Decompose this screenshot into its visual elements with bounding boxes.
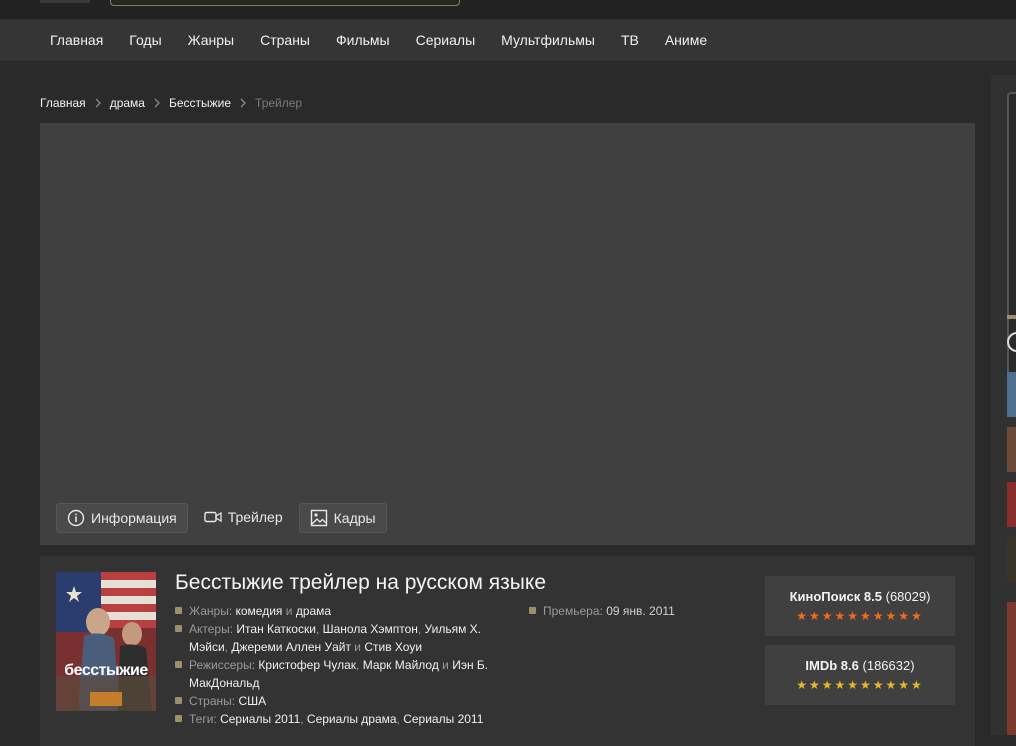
video-player[interactable]: Информация Трейлер Кадры xyxy=(40,123,975,545)
sidebar-divider xyxy=(1007,315,1016,319)
search-input[interactable] xyxy=(110,0,460,6)
movie-details: Жанры: комедия и драма Актеры: Итан Катк… xyxy=(175,602,495,728)
country-link[interactable]: США xyxy=(238,694,266,708)
imdb-rating-label: IMDb 8.6 xyxy=(805,658,859,673)
premiere-date: 09 янв. 2011 xyxy=(606,604,675,618)
nav-item-genres[interactable]: Жанры xyxy=(175,32,247,48)
sidebar-thumb[interactable] xyxy=(1007,372,1016,417)
imdb-rating-title: IMDb 8.6 (186632) xyxy=(765,658,955,673)
movie-poster[interactable]: бесстыжие xyxy=(56,572,156,711)
video-camera-icon xyxy=(204,511,222,523)
image-icon xyxy=(310,509,327,527)
right-sidebar xyxy=(991,75,1016,735)
countries-label: Страны: xyxy=(189,694,236,708)
tag-link[interactable]: Сериалы 2011 xyxy=(220,712,300,726)
tab-info-label: Информация xyxy=(91,510,177,526)
kinopoisk-rating: КиноПоиск 8.5 (68029) ★★★★★★★★★★ xyxy=(765,576,955,636)
tab-trailer-label: Трейлер xyxy=(227,509,283,525)
kinopoisk-rating-title: КиноПоиск 8.5 (68029) xyxy=(765,589,955,604)
premiere-label: Премьера: xyxy=(543,604,603,618)
nav-item-tv[interactable]: ТВ xyxy=(608,32,652,48)
genres-label: Жанры: xyxy=(189,604,233,618)
director-link[interactable]: Кристофер Чулак xyxy=(258,658,356,672)
actors-label: Актеры: xyxy=(189,622,234,636)
page-title: Бесстыжие трейлер на русском языке xyxy=(175,571,547,594)
countries-row: Страны: США xyxy=(175,692,495,710)
tab-frames-label: Кадры xyxy=(333,510,376,526)
nav-item-cartoons[interactable]: Мультфильмы xyxy=(488,32,608,48)
top-header xyxy=(0,0,1016,19)
imdb-rating: IMDb 8.6 (186632) ★★★★★★★★★★ xyxy=(765,645,955,705)
tag-link[interactable]: Сериалы 2011 xyxy=(403,712,483,726)
genre-link[interactable]: комедия xyxy=(236,604,283,618)
chevron-right-icon xyxy=(95,98,101,108)
nav-item-series[interactable]: Сериалы xyxy=(403,32,489,48)
actor-link[interactable]: Шанола Хэмптон xyxy=(323,622,418,636)
genre-link[interactable]: драма xyxy=(296,604,331,618)
premiere-row: Премьера: 09 янв. 2011 xyxy=(529,602,675,620)
breadcrumb-title[interactable]: Бесстыжие xyxy=(169,96,231,110)
nav-item-countries[interactable]: Страны xyxy=(247,32,323,48)
breadcrumb-home[interactable]: Главная xyxy=(40,96,86,110)
player-tabs: Информация Трейлер Кадры xyxy=(56,503,387,533)
genres-row: Жанры: комедия и драма xyxy=(175,602,495,620)
sidebar-thumb[interactable] xyxy=(1007,537,1016,582)
actors-row: Актеры: Итан Каткоски, Шанола Хэмптон, У… xyxy=(175,620,495,656)
sidebar-thumb[interactable] xyxy=(1007,482,1016,527)
conjunction: и xyxy=(285,604,293,618)
conjunction: и xyxy=(354,640,361,654)
actor-link[interactable]: Джереми Аллен Уайт xyxy=(231,640,351,654)
tab-frames[interactable]: Кадры xyxy=(298,503,387,533)
breadcrumb-genre[interactable]: драма xyxy=(110,96,145,110)
nav-item-anime[interactable]: Аниме xyxy=(652,32,720,48)
info-icon xyxy=(67,509,85,527)
movie-info-card: бесстыжие Бесстыжие трейлер на русском я… xyxy=(40,556,975,746)
kinopoisk-votes: (68029) xyxy=(885,589,931,604)
director-link[interactable]: Марк Майлод xyxy=(363,658,439,672)
directors-row: Режиссеры: Кристофер Чулак, Марк Майлод … xyxy=(175,656,495,692)
logo[interactable] xyxy=(40,0,90,3)
chevron-right-icon xyxy=(154,98,160,108)
imdb-votes: (186632) xyxy=(862,658,915,673)
nav-item-years[interactable]: Годы xyxy=(116,32,174,48)
nav-item-films[interactable]: Фильмы xyxy=(323,32,403,48)
tags-label: Теги: xyxy=(189,712,217,726)
chevron-right-icon xyxy=(240,98,246,108)
poster-title: бесстыжие xyxy=(64,662,148,679)
kinopoisk-stars: ★★★★★★★★★★ xyxy=(796,609,924,623)
tag-link[interactable]: Сериалы драма xyxy=(307,712,397,726)
directors-label: Режиссеры: xyxy=(189,658,256,672)
breadcrumb: Главная драма Бесстыжие Трейлер xyxy=(40,96,302,110)
kinopoisk-rating-label: КиноПоиск 8.5 xyxy=(789,589,882,604)
actor-link[interactable]: Стив Хоуи xyxy=(364,640,422,654)
tab-trailer[interactable]: Трейлер xyxy=(194,503,293,531)
poster-image xyxy=(56,572,156,711)
nav-item-home[interactable]: Главная xyxy=(37,32,116,48)
sidebar-thumb[interactable] xyxy=(1007,427,1016,472)
imdb-stars: ★★★★★★★★★★ xyxy=(796,678,924,692)
tab-info[interactable]: Информация xyxy=(56,503,188,533)
main-nav: Главная Годы Жанры Страны Фильмы Сериалы… xyxy=(0,19,1016,61)
actor-link[interactable]: Итан Каткоски xyxy=(236,622,316,636)
breadcrumb-current: Трейлер xyxy=(255,96,303,110)
tags-row: Теги: Сериалы 2011, Сериалы драма, Сериа… xyxy=(175,710,495,728)
sidebar-thumb[interactable] xyxy=(1007,602,1016,735)
conjunction: и xyxy=(442,658,449,672)
